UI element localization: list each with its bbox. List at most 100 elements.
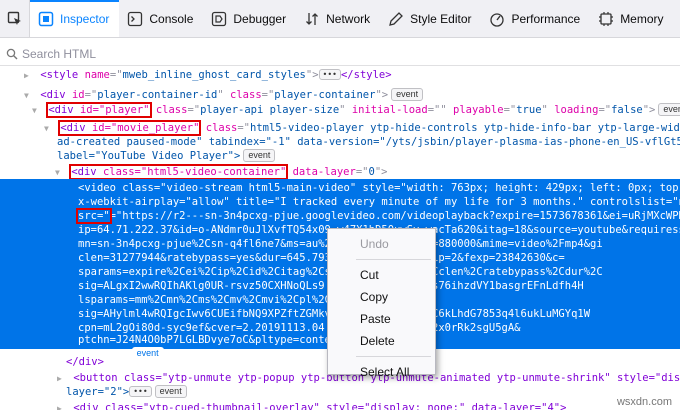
tree-row-video-container[interactable]: ▼ <div class="html5-video-container" dat… xyxy=(55,164,387,180)
attr-name: class xyxy=(230,89,262,101)
tab-memory-label: Memory xyxy=(620,11,664,26)
performance-icon xyxy=(489,11,505,27)
tree-row-style[interactable]: ▶ <style name="mweb_inline_ghost_card_st… xyxy=(24,68,392,82)
sel-line: <video class="video-stream html5-main-vi… xyxy=(78,182,680,194)
event-badge[interactable]: event xyxy=(131,347,164,360)
menu-delete[interactable]: Delete xyxy=(328,330,435,352)
inspector-icon xyxy=(38,11,54,27)
tab-debugger[interactable]: Debugger xyxy=(203,0,296,37)
collapse-arrow-icon[interactable]: ▶ xyxy=(24,69,34,83)
event-badge[interactable]: event xyxy=(391,88,424,101)
attr-name: playable xyxy=(453,104,504,116)
tab-console[interactable]: Console xyxy=(119,0,203,37)
expand-arrow-icon[interactable]: ▼ xyxy=(32,104,42,118)
tab-performance[interactable]: Performance xyxy=(481,0,590,37)
tree-row-player[interactable]: ▼ <div id="player" class="player-api pla… xyxy=(32,102,680,118)
tab-style-editor-label: Style Editor xyxy=(410,11,472,26)
event-badge[interactable]: event xyxy=(243,149,276,162)
menu-cut-label: Cut xyxy=(360,268,379,282)
menu-separator xyxy=(356,356,431,357)
attr-name: id xyxy=(71,89,85,101)
attr-name: class xyxy=(205,122,238,134)
menu-cut[interactable]: Cut xyxy=(328,264,435,286)
context-menu: Undo Cut Copy Paste Delete Select All xyxy=(327,228,436,379)
attr-id: id="player" xyxy=(79,104,150,116)
menu-undo[interactable]: Undo xyxy=(328,233,435,255)
search-html-input[interactable] xyxy=(22,46,322,61)
collapse-arrow-icon[interactable]: ▶ xyxy=(57,372,67,386)
menu-copy-label: Copy xyxy=(360,290,389,304)
memory-icon xyxy=(598,11,614,27)
search-icon xyxy=(6,48,18,59)
tab-network[interactable]: Network xyxy=(296,0,380,37)
menu-separator xyxy=(356,259,431,260)
menu-select-all[interactable]: Select All xyxy=(328,361,435,383)
attr-name: loading xyxy=(554,104,599,116)
attr-continuation: ad-created paused-mode" tabindex="-1" da… xyxy=(57,136,680,148)
sel-line: clen=31277944&ratebypass=yes&dur=645.793… xyxy=(78,252,565,264)
search-bar xyxy=(0,42,680,66)
ellipsis-button[interactable]: ••• xyxy=(129,386,152,397)
menu-undo-label: Undo xyxy=(360,237,389,251)
tab-performance-label: Performance xyxy=(511,11,581,26)
menu-paste-label: Paste xyxy=(360,312,391,326)
tab-network-label: Network xyxy=(326,11,371,26)
tree-row-continuation: ad-created paused-mode" tabindex="-1" da… xyxy=(57,135,680,149)
menu-select-all-label: Select All xyxy=(360,365,410,379)
closing-div-tag: </div> xyxy=(66,356,104,368)
tree-row-close-div[interactable]: </div> xyxy=(66,355,104,369)
closing-tag: </style> xyxy=(340,69,392,81)
attr-name: initial-load xyxy=(351,104,428,116)
devtools-toolbar: Inspector Console Debugger Network Style… xyxy=(0,0,680,38)
attr-value: player-container-id xyxy=(97,89,218,101)
tab-inspector[interactable]: Inspector xyxy=(30,0,120,37)
style-editor-icon xyxy=(388,11,404,27)
collapse-arrow-icon[interactable]: ▶ xyxy=(57,402,67,410)
tree-row-continuation: layer="2"> ••• event xyxy=(66,385,187,399)
highlighted-id-movie-player: <div id="movie_player" xyxy=(58,120,202,136)
tab-debugger-label: Debugger xyxy=(233,11,287,26)
attr-value: mweb_inline_ghost_card_styles xyxy=(122,69,306,81)
sel-line: lsparams=mm%2Cmn%2Cms%2Cmv%2Cmvi%2Cpl%2C… xyxy=(78,294,338,306)
highlighted-class-video-container: <div class="html5-video-container" xyxy=(69,164,289,180)
event-badge[interactable]: event xyxy=(154,385,187,398)
console-icon xyxy=(127,11,143,27)
network-icon xyxy=(304,11,320,27)
expand-arrow-icon[interactable]: ▼ xyxy=(24,89,34,103)
tab-style-editor[interactable]: Style Editor xyxy=(380,0,481,37)
menu-paste[interactable]: Paste xyxy=(328,308,435,330)
tab-console-label: Console xyxy=(149,11,194,26)
tag-text: <div class="ytp-cued-thumbnail-overlay" … xyxy=(73,402,567,410)
tree-row-player-container[interactable]: ▼ <div id="player-container-id" class="p… xyxy=(24,88,424,103)
attr-value: true xyxy=(516,104,542,116)
event-badge[interactable]: event xyxy=(658,103,680,116)
watermark: wsxdn.com xyxy=(616,396,672,408)
attr-name: class xyxy=(155,104,188,116)
expand-arrow-icon[interactable]: ▼ xyxy=(44,122,54,136)
attr-value: player-container xyxy=(274,89,376,101)
tree-row-cued-thumbnail[interactable]: ▶ <div class="ytp-cued-thumbnail-overlay… xyxy=(57,401,566,410)
attr-value: html5-video-player ytp-hide-controls ytp… xyxy=(250,122,680,134)
attr-continuation: label="YouTube Video Player"> xyxy=(57,150,241,162)
menu-copy[interactable]: Copy xyxy=(328,286,435,308)
debugger-icon xyxy=(211,11,227,27)
src-value: ="https://r2---sn-3n4pcxg-pjue.googlevid… xyxy=(109,210,680,222)
expand-arrow-icon[interactable]: ▼ xyxy=(55,166,65,180)
tree-row-continuation: label="YouTube Video Player"> event xyxy=(57,149,276,163)
element-picker-button[interactable] xyxy=(0,0,30,37)
pick-element-icon xyxy=(7,11,21,25)
sel-line-src: src="="https://r2---sn-3n4pcxg-pjue.goog… xyxy=(76,208,680,224)
menu-delete-label: Delete xyxy=(360,334,395,348)
sel-line: x-webkit-airplay="allow" title="I tracke… xyxy=(78,196,680,208)
attr-name: name xyxy=(84,69,110,81)
tree-row-movie-player[interactable]: ▼ <div id="movie_player" class="html5-vi… xyxy=(44,120,680,136)
ellipsis-button[interactable]: ••• xyxy=(318,69,341,80)
sel-line: ptchn=J24N4O0bP7LGLBDvye7oC&pltype=conte xyxy=(78,334,331,346)
tab-memory[interactable]: Memory xyxy=(590,0,673,37)
attr-continuation: layer="2"> xyxy=(66,386,130,398)
attr-value: player-api player-size xyxy=(200,104,340,116)
attr-name: data-layer xyxy=(292,166,356,178)
tab-inspector-label: Inspector xyxy=(60,11,110,26)
highlighted-src-attr: src=" xyxy=(76,208,112,224)
highlighted-id-player: <div id="player" xyxy=(46,102,152,118)
